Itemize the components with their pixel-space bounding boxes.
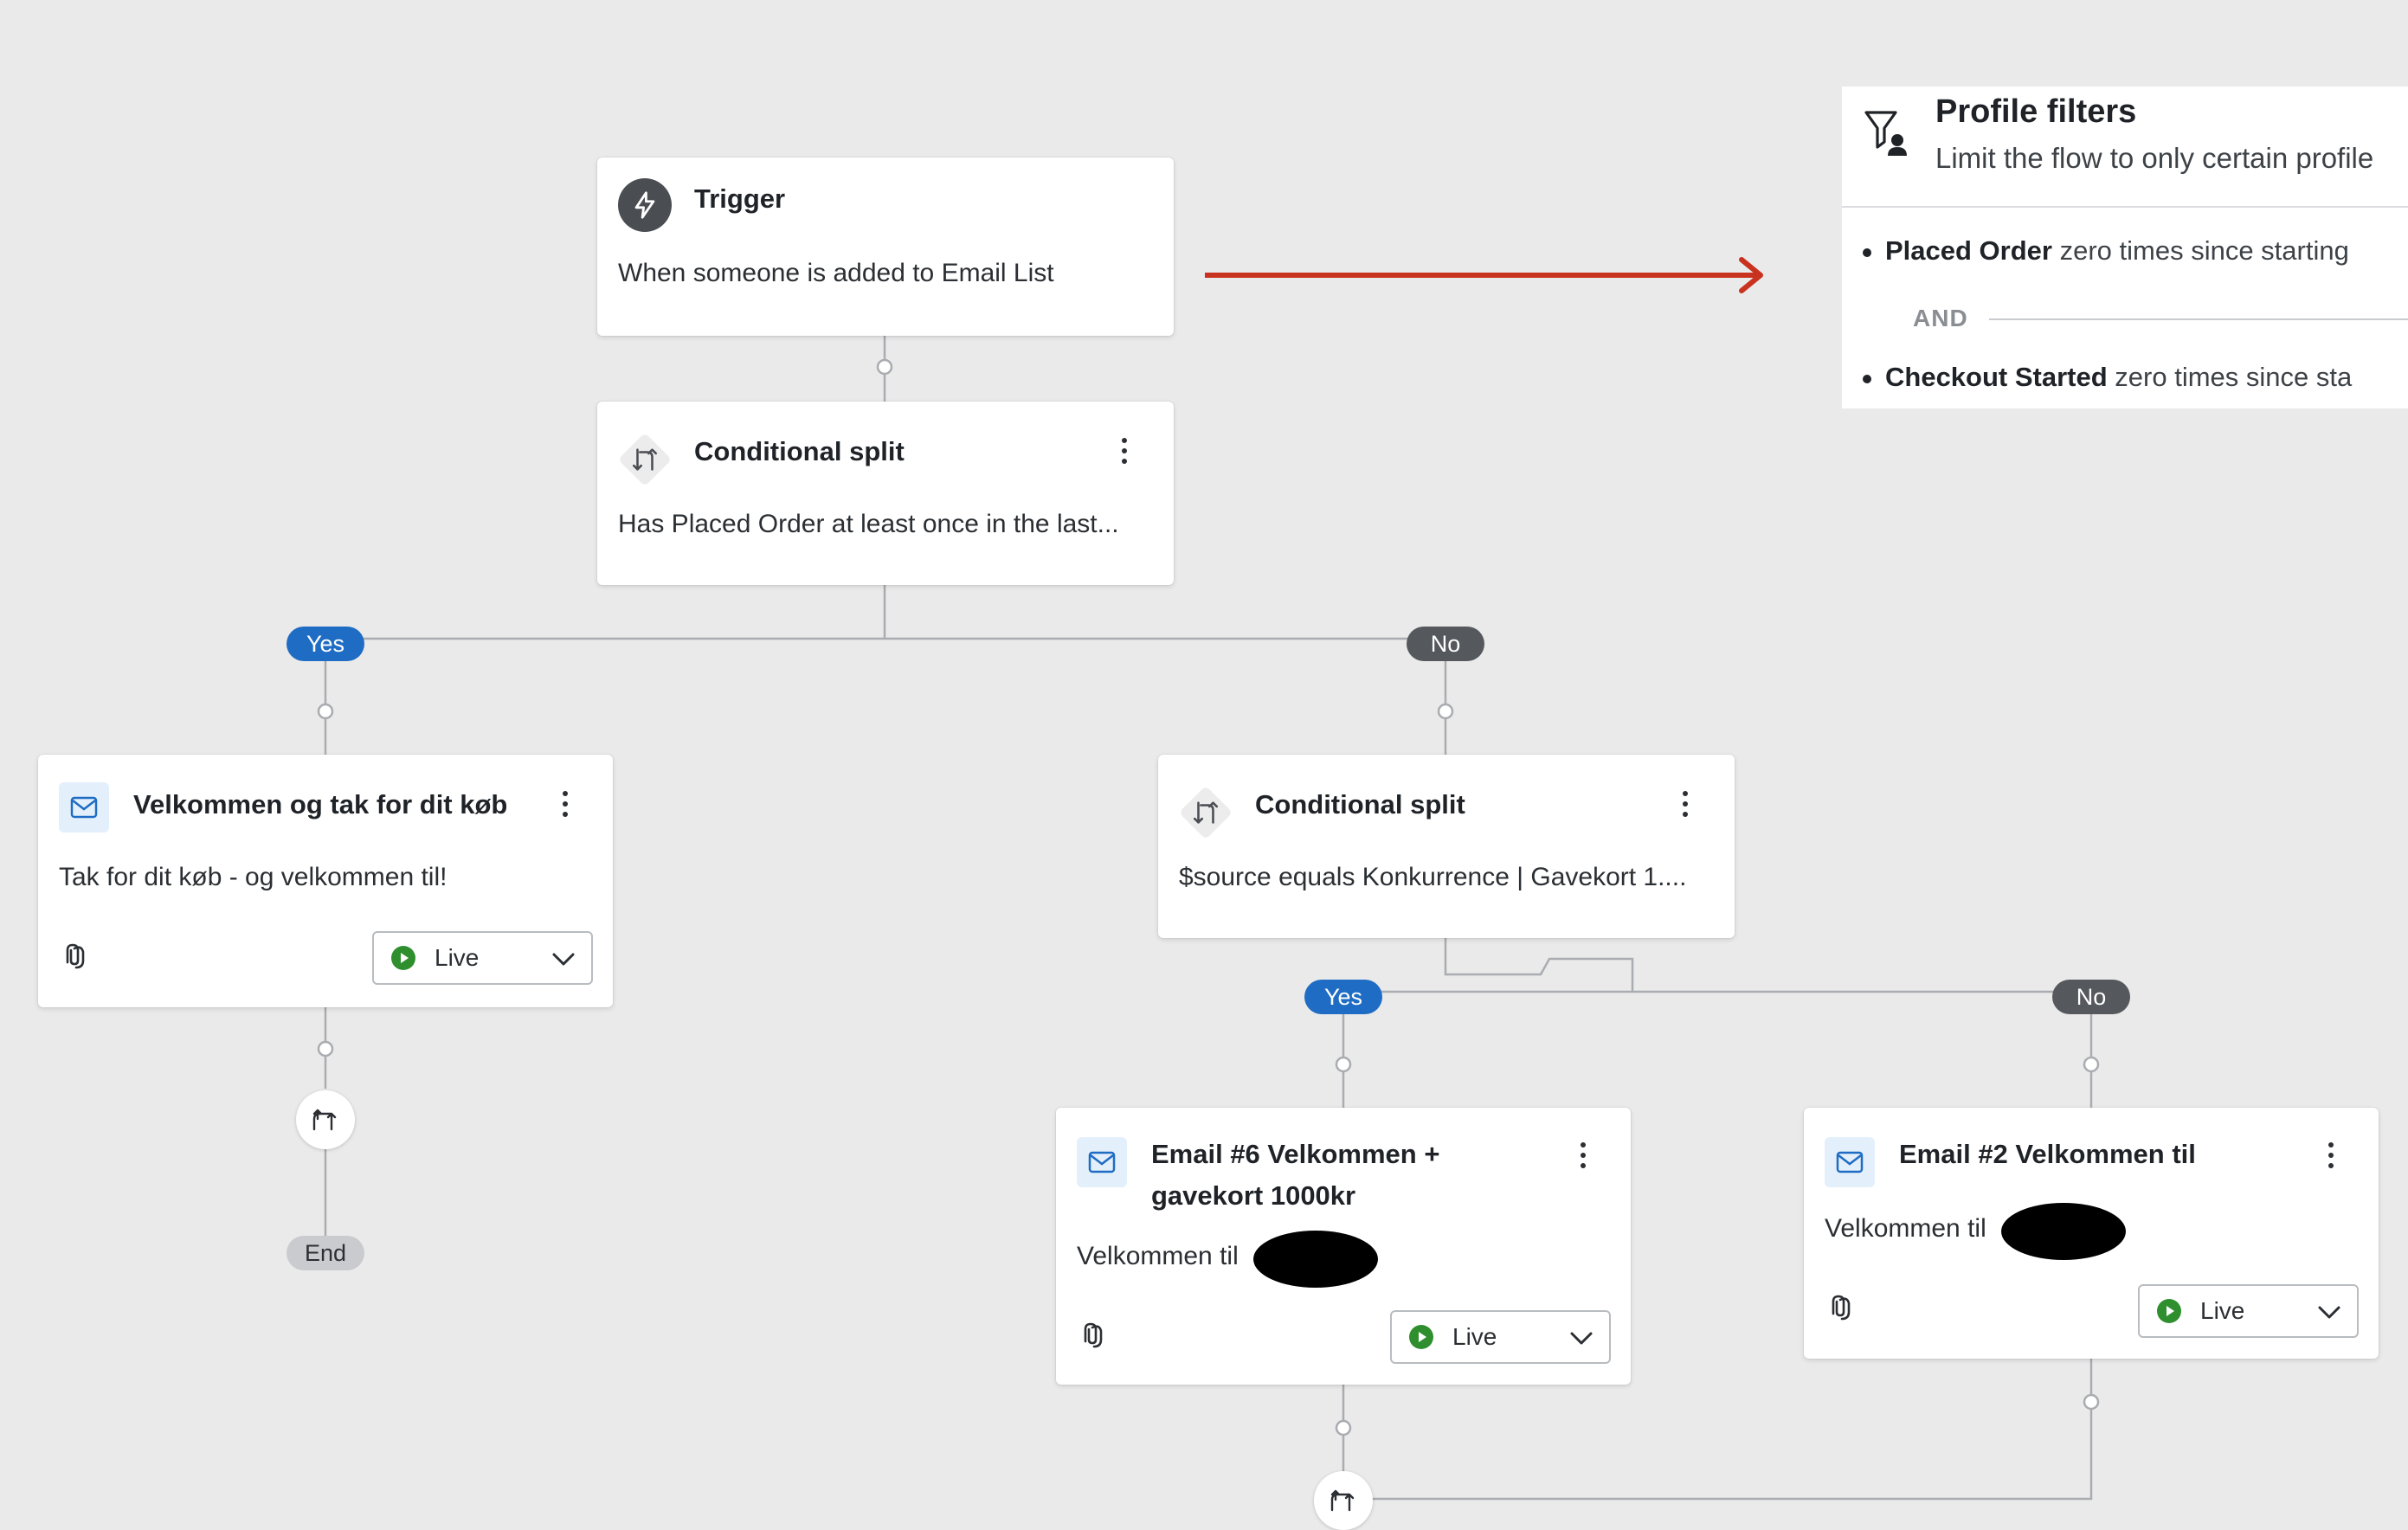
chevron-down-icon: [552, 953, 575, 966]
mail-icon: [59, 782, 109, 832]
split-description: $source equals Konkurrence | Gavekort 1.…: [1179, 863, 1687, 891]
email-title-line-2: gavekort 1000kr: [1151, 1180, 1356, 1211]
email-description: Velkommen til: [1825, 1214, 1986, 1243]
email-card-welcome[interactable]: Velkommen og tak for dit køb Tak for dit…: [38, 755, 613, 1007]
split-icon: [1178, 785, 1233, 840]
email-title: Email #2 Velkommen til: [1899, 1139, 2196, 1169]
chevron-down-icon: [1570, 1332, 1593, 1345]
end-label: End: [287, 1236, 364, 1270]
redaction-mark: [2001, 1203, 2126, 1260]
trigger-description: When someone is added to Email List: [618, 259, 1054, 287]
status-label: Live: [435, 944, 480, 971]
link-icon: [66, 943, 85, 969]
more-options-button[interactable]: [1570, 1134, 1596, 1177]
mail-icon: [1077, 1137, 1127, 1187]
conditional-split-card[interactable]: Conditional split $source equals Konkurr…: [1158, 755, 1735, 938]
profile-filters-panel: Profile filters Limit the flow to only c…: [1842, 87, 2408, 408]
filter-user-icon: [1864, 111, 1907, 156]
branch-no-label: No: [2052, 980, 2130, 1014]
lightning-icon: [618, 178, 672, 232]
status-dropdown[interactable]: Live: [1390, 1310, 1611, 1364]
flow-canvas[interactable]: Trigger When someone is added to Email L…: [0, 0, 2408, 1530]
trigger-card[interactable]: Trigger When someone is added to Email L…: [597, 158, 1174, 336]
and-divider: [1989, 318, 2408, 320]
trigger-title: Trigger: [694, 183, 786, 214]
merge-icon: [312, 1109, 337, 1131]
split-description: Has Placed Order at least once in the la…: [618, 510, 1119, 538]
more-options-button[interactable]: [552, 782, 578, 826]
email-title-line-1: Email #6 Velkommen +: [1151, 1139, 1440, 1169]
profile-filters-title: Profile filters: [1935, 93, 2137, 130]
more-options-button[interactable]: [1672, 782, 1698, 826]
status-label: Live: [2200, 1297, 2245, 1324]
live-status-icon: [391, 946, 415, 970]
profile-filters-subtitle: Limit the flow to only certain profile: [1935, 142, 2374, 174]
redaction-mark: [1253, 1231, 1378, 1288]
split-title: Conditional split: [694, 436, 905, 466]
filter-rule-2: Checkout Started zero times since sta: [1862, 362, 2353, 392]
email-title: Velkommen og tak for dit køb: [133, 789, 508, 820]
link-icon: [1832, 1295, 1851, 1321]
status-dropdown[interactable]: Live: [2138, 1284, 2359, 1338]
link-icon: [1084, 1322, 1103, 1348]
more-options-button[interactable]: [2318, 1134, 2344, 1177]
red-arrow: [1205, 257, 1763, 293]
mail-icon: [1825, 1137, 1875, 1187]
status-label: Live: [1452, 1323, 1497, 1350]
split-title: Conditional split: [1255, 789, 1465, 820]
status-dropdown[interactable]: Live: [372, 931, 593, 985]
branch-no-label: No: [1407, 627, 1484, 661]
email-description: Velkommen til: [1077, 1242, 1239, 1270]
email-card-6[interactable]: Email #6 Velkommen + gavekort 1000kr Vel…: [1056, 1108, 1631, 1385]
merge-icon: [1330, 1489, 1355, 1512]
split-icon: [617, 432, 673, 487]
email-description: Tak for dit køb - og velkommen til!: [59, 863, 447, 891]
email-card-2[interactable]: Email #2 Velkommen til Velkommen til Liv…: [1804, 1108, 2379, 1359]
chevron-down-icon: [2318, 1306, 2340, 1319]
live-status-icon: [1409, 1325, 1433, 1349]
panel-divider: [1842, 206, 2408, 208]
more-options-button[interactable]: [1111, 429, 1137, 472]
branch-yes-label: Yes: [1304, 980, 1382, 1014]
branch-yes-label: Yes: [287, 627, 364, 661]
add-step-button[interactable]: [296, 1090, 355, 1149]
live-status-icon: [2157, 1299, 2181, 1323]
add-step-button[interactable]: [1314, 1471, 1373, 1530]
conditional-split-card[interactable]: Conditional split Has Placed Order at le…: [597, 402, 1174, 585]
and-label: AND: [1913, 305, 1968, 331]
filter-rule-1: Placed Order zero times since starting: [1863, 235, 2349, 266]
